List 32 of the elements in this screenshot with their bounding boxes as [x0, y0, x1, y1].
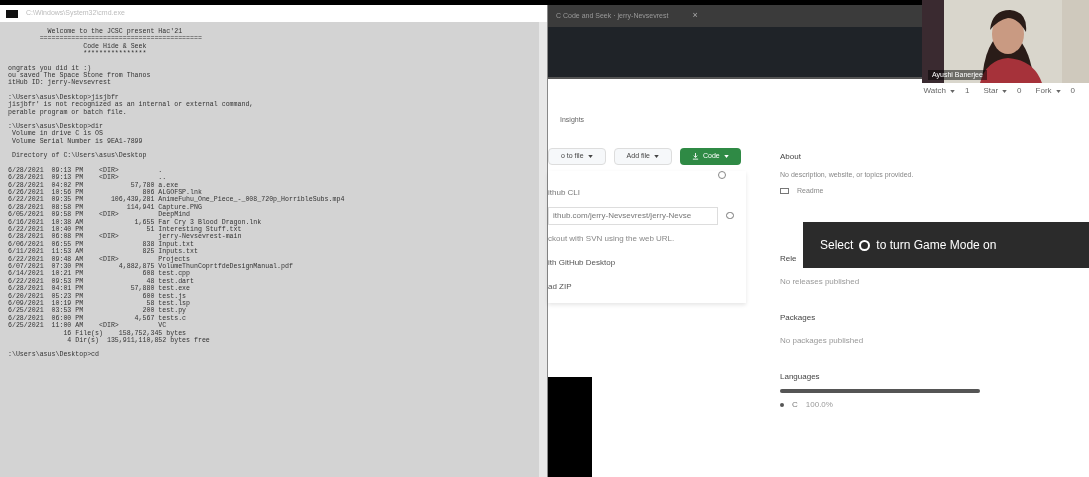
action-count: 0	[1070, 85, 1075, 97]
language-percent: 100.0%	[805, 398, 833, 411]
caret-icon	[587, 154, 593, 158]
toast-text: to turn Game Mode on	[876, 237, 997, 254]
clone-hint: ckout with SVN using the web URL.	[548, 232, 675, 245]
repo-action-button[interactable]: Watch	[923, 85, 955, 97]
language-name: C	[792, 398, 798, 411]
clone-label: ithub CLI	[548, 186, 581, 199]
clone-option[interactable]: ad ZIP	[548, 280, 572, 293]
book-icon	[780, 188, 789, 195]
tab-close-button[interactable]: ×	[692, 9, 698, 23]
action-count: 1	[964, 85, 970, 97]
section-text: No releases published	[780, 275, 860, 288]
caret-icon	[723, 154, 729, 158]
action-count: 0	[1017, 85, 1022, 97]
section-heading: Languages	[780, 370, 820, 383]
section-text: No packages published	[780, 334, 864, 347]
about-heading: About	[780, 151, 801, 163]
console-app-icon	[6, 9, 18, 18]
caret-icon	[1002, 89, 1008, 93]
caret-icon	[1055, 89, 1061, 93]
toast-text: Select	[820, 237, 854, 254]
clone-url-field[interactable]: ithub.com/jerry-Nevsevrest/jerry-Nevse	[548, 206, 718, 225]
xbox-icon	[859, 239, 871, 251]
repo-action-button[interactable]: Fork	[1035, 85, 1061, 97]
caret-icon	[653, 154, 659, 158]
download-icon	[691, 152, 699, 160]
section-heading: Rele	[780, 252, 797, 265]
section-heading: Packages	[780, 311, 816, 324]
clone-option[interactable]: ith GitHub Desktop	[548, 256, 616, 269]
caret-icon	[949, 89, 955, 93]
repo-action-button[interactable]: Star	[983, 85, 1008, 97]
